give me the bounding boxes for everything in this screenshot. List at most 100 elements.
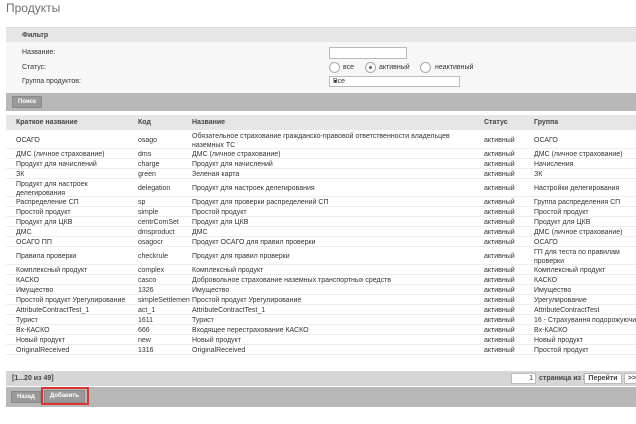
cell-name: Простой продукт <box>192 209 247 216</box>
page-input[interactable]: 1 <box>511 373 536 384</box>
cell-code: delegation <box>138 185 171 192</box>
table-row[interactable]: ДМС dmsproduct ДМС активный ДМС (личное стра… <box>6 227 636 237</box>
status-radio-inactive-label: неактивный <box>435 64 474 71</box>
table-row[interactable]: ОСАГО osago Обязательное страхование гражд… <box>6 131 636 149</box>
table-row[interactable]: ОСАГО ПП osagocr Продукт ОСАГО для правил … <box>6 237 636 247</box>
cell-short-name: Простой продукт <box>16 209 71 216</box>
table-row[interactable]: ЗК green Зеленая карта активный ЗК <box>6 169 636 179</box>
status-radio-active-label: активный <box>379 64 410 71</box>
table-row[interactable]: КАСКО casco Добровольное страхование назем… <box>6 275 636 285</box>
add-button[interactable]: Добавить <box>44 390 86 403</box>
table-row[interactable]: ДМС (личное страхование) dms ДМС (личное с… <box>6 149 636 159</box>
table-row[interactable]: Имущество 1326 Имущество активный Имущество <box>6 285 636 295</box>
cell-status: активный <box>484 287 515 294</box>
cell-short-name: Простой продукт Урегулирование <box>16 297 126 304</box>
table-row[interactable]: Комплексный продукт complex Комплексный пр… <box>6 265 636 275</box>
cell-status: активный <box>484 219 515 226</box>
status-label: Статус: <box>22 64 47 71</box>
filter-header: Фильтр <box>6 27 636 42</box>
cell-code: simple <box>138 209 159 216</box>
status-radio-all-label: все <box>343 64 355 71</box>
table-row[interactable]: AttributeContractTest_1 act_1 AttributeCon… <box>6 305 636 315</box>
search-button[interactable]: Поиск <box>12 96 43 108</box>
cell-short-name: Продукт для настроек делегирования <box>16 181 88 197</box>
cell-status: активный <box>484 185 515 192</box>
page-input-value: 1 <box>529 375 533 382</box>
cell-group: ЗК <box>534 171 543 178</box>
cell-group: Начисления <box>534 161 574 168</box>
cell-short-name: AttributeContractTest_1 <box>16 307 90 314</box>
back-button[interactable]: Назад <box>11 391 41 403</box>
cell-code: green <box>138 171 156 178</box>
col-group: Группа <box>534 119 559 126</box>
cell-code: 1326 <box>138 287 154 294</box>
cell-code: osago <box>138 137 158 144</box>
cell-code: 1611 <box>138 317 154 324</box>
cell-code: 1316 <box>138 347 154 354</box>
col-code: Код <box>138 119 151 126</box>
table-row[interactable]: Простой продукт Урегулирование simpleSett… <box>6 295 636 305</box>
page-of-label: страница из 3 <box>539 375 587 382</box>
filter-panel: Фильтр Название: Статус: все активный не… <box>6 27 636 93</box>
table-row[interactable]: OriginalReceived 1316 OriginalReceived акти… <box>6 345 636 355</box>
cell-short-name: Вх-КАСКО <box>16 327 50 334</box>
table-header: Краткое название Код Название Статус Гру… <box>6 115 636 130</box>
cell-code: complex <box>138 267 165 274</box>
table-row[interactable]: Распределение СП sp Продукт для проверки р… <box>6 197 636 207</box>
cell-name: Добровольное страхование наземных трансп… <box>192 277 391 284</box>
table-row[interactable]: Новый продукт new Новый продукт активный Нов… <box>6 335 636 345</box>
next-page-button[interactable]: >> <box>624 373 636 384</box>
cell-short-name: Комплексный продукт <box>16 267 88 274</box>
name-input[interactable] <box>329 47 407 59</box>
cell-status: активный <box>484 347 515 354</box>
col-name: Название <box>192 119 226 126</box>
table-row[interactable]: Продукт для начислений charge Продукт для … <box>6 159 636 169</box>
cell-status: активный <box>484 297 515 304</box>
cell-group: ОСАГО <box>534 239 558 246</box>
status-radio-active[interactable] <box>365 62 376 73</box>
cell-code: simpleSettlement <box>138 297 190 304</box>
status-radio-inactive[interactable] <box>420 62 431 73</box>
cell-status: активный <box>484 199 515 206</box>
cell-status: активный <box>484 253 515 260</box>
table-row[interactable]: Продукт для настроек делегирования delega… <box>6 179 636 197</box>
cell-name: Входящее перестрахование КАСКО <box>192 327 309 334</box>
table-row[interactable]: Правила проверки checkrule Продукт для пра… <box>6 247 636 265</box>
col-status: Статус <box>484 119 508 126</box>
cell-name: Продукт для настроек делегирования <box>192 185 315 192</box>
cell-short-name: Имущество <box>16 287 54 294</box>
cell-code: casco <box>138 277 157 284</box>
go-button[interactable]: Перейти <box>584 373 622 384</box>
cell-status: активный <box>484 137 515 144</box>
group-select[interactable]: Все ▼ <box>329 76 460 87</box>
cell-name: Обязательное страхование гражданско-прав… <box>192 133 450 149</box>
name-label: Название: <box>22 49 56 56</box>
cell-status: активный <box>484 327 515 334</box>
table-row[interactable]: Турист 1611 Турист активный 16 - Страхування… <box>6 315 636 325</box>
cell-group: Группа распределения СП <box>534 199 621 206</box>
group-label: Группа продуктов: <box>22 78 81 85</box>
cell-name: Турист <box>192 317 214 324</box>
cell-group: КАСКО <box>534 277 558 284</box>
page-title: Продукты <box>6 1 61 15</box>
table-row[interactable]: Простой продукт simple Простой продукт акти… <box>6 207 636 217</box>
cell-code: osagocr <box>138 239 163 246</box>
cell-name: OriginalReceived <box>192 347 246 354</box>
table-row[interactable]: Вх-КАСКО 666 Входящее перестрахование КАСК… <box>6 325 636 335</box>
cell-name: Простой продукт Урегулирование <box>192 297 302 304</box>
pager-count: [1...20 из 49] <box>12 375 54 382</box>
cell-short-name: ОСАГО ПП <box>16 239 52 246</box>
search-bar: Поиск <box>6 93 636 111</box>
cell-short-name: ДМС <box>16 229 32 236</box>
cell-status: активный <box>484 317 515 324</box>
cell-status: активный <box>484 171 515 178</box>
filter-title: Фильтр <box>22 32 49 39</box>
cell-code: centrComSet <box>138 219 179 226</box>
cell-code: dms <box>138 151 152 158</box>
cell-code: dmsproduct <box>138 229 175 236</box>
table-row[interactable]: Продукт для ЦКВ centrComSet Продукт для ЦК… <box>6 217 636 227</box>
cell-group: Урегулирование <box>534 297 587 304</box>
status-radio-all[interactable] <box>329 62 340 73</box>
cell-name: AttributeContractTest_1 <box>192 307 266 314</box>
cell-code: checkrule <box>138 253 168 260</box>
